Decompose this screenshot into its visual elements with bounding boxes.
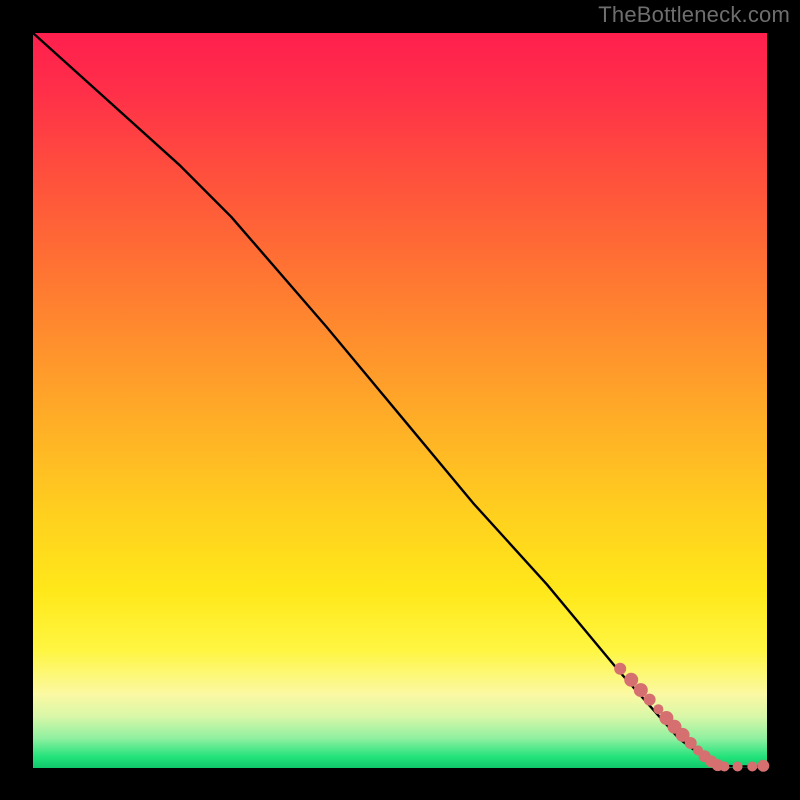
curve-line bbox=[33, 33, 767, 767]
marker-dot bbox=[719, 762, 729, 772]
marker-dot bbox=[644, 694, 656, 706]
chart-frame: TheBottleneck.com bbox=[0, 0, 800, 800]
marker-dot bbox=[733, 762, 743, 772]
marker-dot bbox=[614, 663, 626, 675]
attribution-text: TheBottleneck.com bbox=[598, 2, 790, 28]
marker-dot bbox=[747, 762, 757, 772]
marker-dot bbox=[757, 760, 769, 772]
marker-dot bbox=[624, 673, 638, 687]
marker-group bbox=[614, 663, 769, 772]
plot-area bbox=[33, 33, 767, 768]
marker-dot bbox=[634, 683, 648, 697]
chart-overlay bbox=[33, 33, 767, 768]
